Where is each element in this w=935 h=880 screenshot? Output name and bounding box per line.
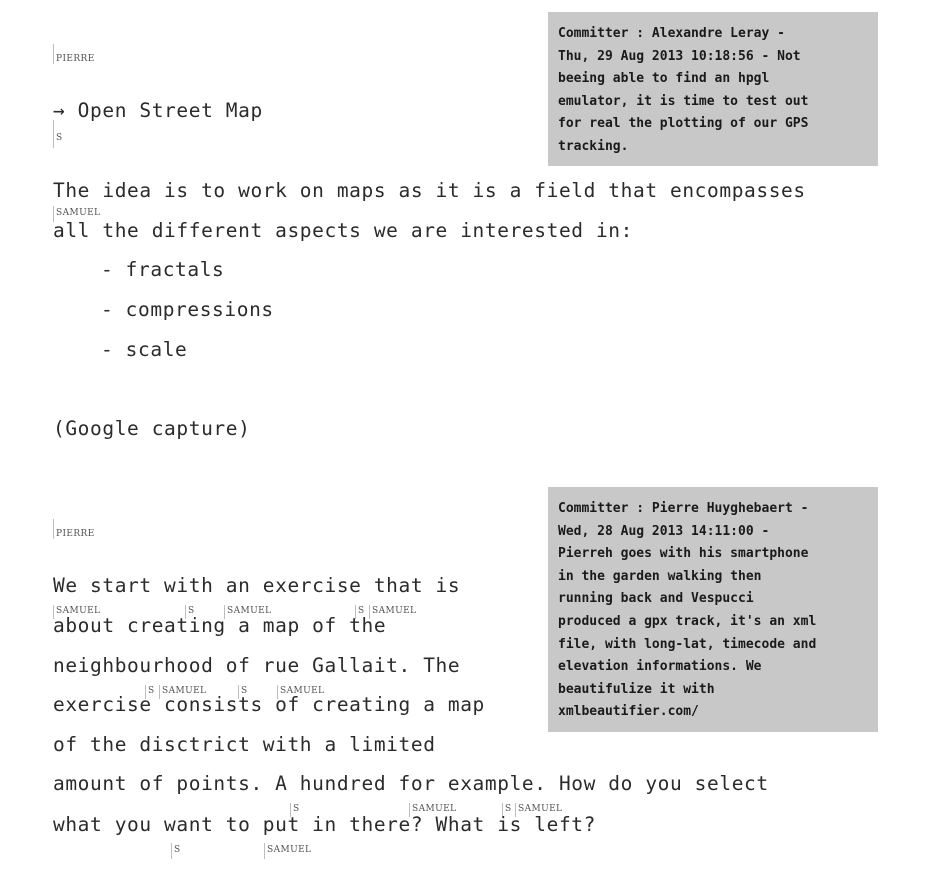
author-tag-pierre: PIERRE bbox=[53, 44, 95, 64]
paragraph-line: amount of points. A hundred for example.… bbox=[53, 772, 769, 795]
commit-note-line: Committer : Alexandre Leray - bbox=[558, 26, 785, 41]
commit-note-line: Thu, 29 Aug 2013 10:18:56 - Not bbox=[558, 48, 801, 64]
commit-note-line: Pierreh goes with his smartphone bbox=[558, 546, 809, 562]
list-item: - compressions bbox=[101, 298, 274, 321]
author-tag-pierre: PIERRE bbox=[53, 519, 95, 539]
commit-note-line: produced a gpx track, it's an xml bbox=[558, 613, 817, 629]
paragraph-line: of the disctrict with a limited bbox=[53, 733, 436, 756]
commit-note-line: Committer : Pierre Huyghebaert - bbox=[558, 501, 809, 516]
paragraph-line: exercise consists of creating a map bbox=[53, 693, 485, 716]
commit-note-line: Wed, 28 Aug 2013 14:11:00 - bbox=[558, 523, 770, 539]
paragraph-line: The idea is to work on maps as it is a f… bbox=[53, 179, 806, 202]
commit-note-line: for real the plotting of our GPS bbox=[558, 116, 809, 132]
paragraph-line: what you want to put in there? What is l… bbox=[53, 813, 596, 836]
commit-note-line: xmlbeautifier.com/ bbox=[558, 704, 699, 720]
list-item: - scale bbox=[101, 338, 188, 361]
commit-note-line: emulator, it is time to test out bbox=[558, 93, 809, 109]
commit-note-line: in the garden walking then bbox=[558, 568, 762, 584]
open-street-map-link[interactable]: → Open Street Map bbox=[53, 101, 263, 121]
s-tag: S bbox=[171, 843, 181, 859]
commit-note-line: running back and Vespucci bbox=[558, 591, 754, 607]
commit-note-line: beautifulize it with bbox=[558, 681, 715, 697]
paragraph-line: We start with an exercise that is bbox=[53, 574, 461, 597]
commit-note-2: Committer : Pierre Huyghebaert - Wed, 28… bbox=[548, 487, 878, 732]
samuel-tag: SAMUEL bbox=[264, 843, 311, 859]
commit-note-line: elevation informations. We bbox=[558, 659, 762, 675]
link-tag-s: S bbox=[53, 120, 63, 148]
commit-note-1: Committer : Alexandre Leray - Thu, 29 Au… bbox=[548, 12, 878, 166]
commit-note-line: file, with long-lat, timecode and bbox=[558, 636, 817, 652]
paragraph-line: neighbourhood of rue Gallait. The bbox=[53, 654, 461, 677]
list-item: - fractals bbox=[101, 258, 225, 281]
paragraph-line: all the different aspects we are interes… bbox=[53, 219, 633, 242]
image-caption: (Google capture) bbox=[53, 417, 251, 440]
commit-note-line: tracking. bbox=[558, 138, 629, 154]
commit-note-line: beeing able to find an hpgl bbox=[558, 71, 770, 87]
paragraph-line: about creating a map of the bbox=[53, 614, 387, 637]
